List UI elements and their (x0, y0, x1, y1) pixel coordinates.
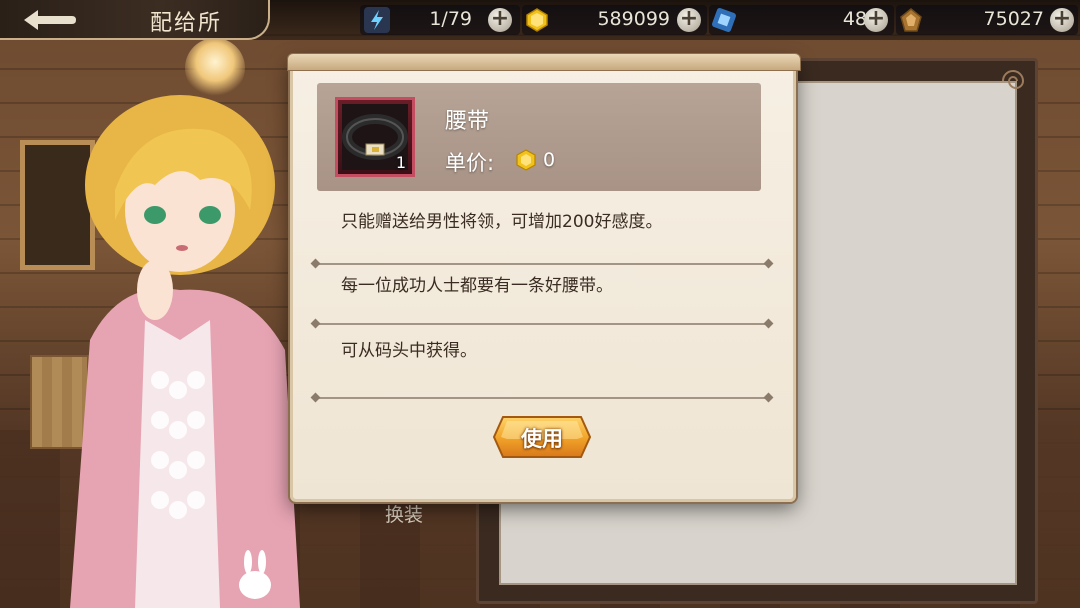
resource-stamina: 1/79 + (360, 5, 520, 35)
gem-value: 48 (842, 8, 867, 30)
back-arrow-icon (24, 10, 76, 30)
gold-coin-icon (516, 149, 536, 171)
divider (315, 323, 769, 325)
resource-gem: 48 + (709, 5, 894, 35)
use-button-label: 使用 (521, 427, 563, 451)
bronze-token-icon (900, 8, 922, 32)
token-value: 75027 (983, 8, 1044, 30)
description-line: 只能赠送给男性将领，可增加200好感度。 (341, 212, 663, 232)
ornament-swirl-icon (1002, 70, 1025, 89)
resource-gold: 589099 + (522, 5, 707, 35)
blue-gem-icon (712, 8, 736, 32)
resource-token: 75027 + (896, 5, 1078, 35)
price-label: 单价: (445, 151, 495, 175)
description-line: 每一位成功人士都要有一条好腰带。 (341, 276, 613, 296)
item-name: 腰带 (445, 109, 490, 134)
add-gem-button[interactable]: + (864, 8, 888, 32)
stamina-value: 1/79 (429, 8, 472, 30)
ceiling-lamp (185, 38, 245, 98)
gold-value: 589099 (597, 8, 670, 30)
dialog-top-trim (287, 53, 801, 71)
item-slot: 1 (335, 97, 415, 177)
divider (315, 263, 769, 265)
item-header: 1 腰带 单价: 0 (317, 83, 761, 191)
item-count: 1 (395, 153, 406, 172)
add-stamina-button[interactable]: + (488, 8, 512, 32)
add-gold-button[interactable]: + (677, 8, 701, 32)
item-detail-dialog: 1 腰带 单价: 0 只能赠送给男性将领，可增加200好感度。 每一位成功人士都… (287, 53, 801, 502)
gold-coin-icon (526, 8, 548, 32)
divider (315, 397, 769, 399)
price-value: 0 (543, 149, 556, 171)
add-token-button[interactable]: + (1050, 8, 1074, 32)
character-portrait (70, 95, 300, 608)
description-line: 可从码头中获得。 (341, 341, 477, 361)
swap-outfit-label[interactable]: 换装 (385, 500, 423, 527)
back-button[interactable]: 配给所 (0, 0, 270, 40)
lightning-icon (364, 7, 390, 33)
page-title: 配给所 (150, 11, 223, 36)
use-button[interactable]: 使用 (492, 415, 592, 459)
